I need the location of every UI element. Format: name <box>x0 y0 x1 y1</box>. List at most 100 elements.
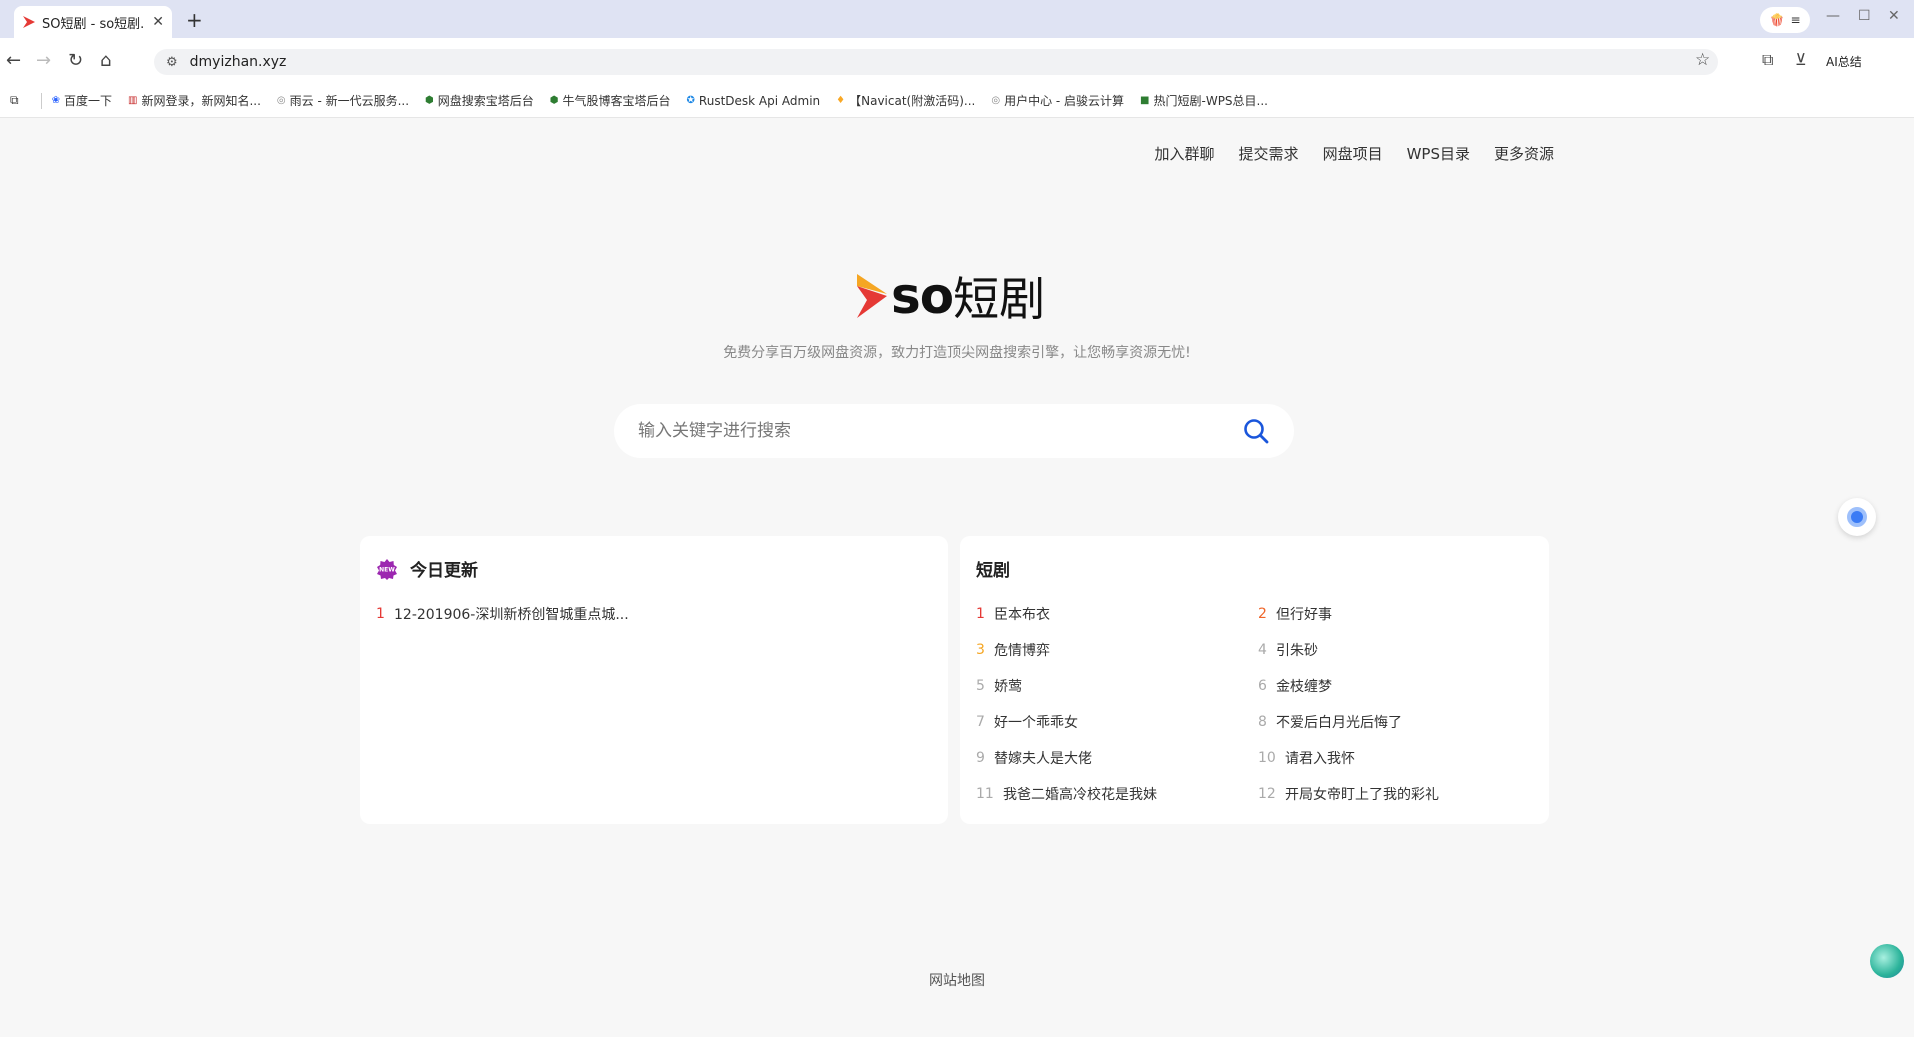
item-title: 好一个乖乖女 <box>994 715 1078 731</box>
bookmark-label: 热门短剧-WPS总目... <box>1153 94 1269 108</box>
bookmark-item[interactable]: ◎ 用户中心 - 启骏云计算 <box>991 92 1124 109</box>
logo-brand: SO <box>891 267 954 325</box>
close-tab-icon[interactable]: ✕ <box>152 14 164 30</box>
paw-icon: ❀ <box>51 95 60 106</box>
list-item[interactable]: 2 但行好事 <box>1258 603 1540 625</box>
tagline: 免费分享百万级网盘资源，致力打造顶尖网盘搜索引擎，让您畅享资源无忧! <box>723 345 1191 361</box>
list-item[interactable]: 9 替嫁夫人是大佬 <box>976 747 1258 769</box>
bookmark-item[interactable]: ⬢ 牛气股博客宝塔后台 <box>550 92 671 109</box>
nav-netdisk-projects[interactable]: 网盘项目 <box>1323 143 1383 164</box>
item-title: 开局女帝盯上了我的彩礼 <box>1285 787 1439 803</box>
today-updates-title: 今日更新 <box>410 561 478 581</box>
site-logo[interactable]: SO 短剧 <box>855 263 1045 329</box>
bookmark-item[interactable]: ▥ 新网登录，新网知名... <box>128 92 261 109</box>
nav-join-group[interactable]: 加入群聊 <box>1155 143 1215 164</box>
nav-more-resources[interactable]: 更多资源 <box>1494 143 1554 164</box>
bookmark-item[interactable]: ◎ 雨云 - 新一代云服务... <box>277 92 409 109</box>
url-text: dmyizhan.xyz <box>189 54 287 70</box>
maximize-icon[interactable]: ☐ <box>1858 8 1871 24</box>
bookmark-label: 网盘搜索宝塔后台 <box>437 94 534 108</box>
chat-bubble-icon <box>1847 507 1867 527</box>
new-tab-button[interactable]: + <box>186 8 203 32</box>
browser-tab[interactable]: SO短剧 - so短剧. ✕ <box>14 6 172 38</box>
bookmark-label: 雨云 - 新一代云服务... <box>289 94 410 108</box>
nav-wps-catalog[interactable]: WPS目录 <box>1407 143 1470 164</box>
list-item[interactable]: 1 臣本布衣 <box>976 603 1258 625</box>
today-updates-list: 1 12-201906-深圳新桥创智城重点城... <box>376 603 932 625</box>
item-title: 臣本布衣 <box>994 607 1050 623</box>
bookmark-item[interactable]: ⬢ 网盘搜索宝塔后台 <box>425 92 534 109</box>
list-item[interactable]: 4 引朱砂 <box>1258 639 1540 661</box>
rank-number: 8 <box>1258 714 1267 730</box>
extension-pill[interactable]: 🍿 ≡ <box>1760 7 1810 33</box>
short-dramas-header: 短剧 <box>976 556 1533 581</box>
minimize-icon[interactable]: — <box>1826 8 1840 24</box>
floating-ai-ball-icon[interactable] <box>1870 944 1904 978</box>
logo-brand-cn: 短剧 <box>953 272 1046 326</box>
floating-assistant-button[interactable] <box>1838 498 1876 536</box>
list-item[interactable]: 10 请君入我怀 <box>1258 747 1540 769</box>
rank-number: 2 <box>1258 606 1267 622</box>
item-title: 引朱砂 <box>1276 643 1318 659</box>
back-icon[interactable]: ← <box>6 50 21 71</box>
search-input[interactable] <box>638 421 1242 441</box>
bookmark-item[interactable]: ■ 热门短剧-WPS总目... <box>1140 92 1268 109</box>
close-window-icon[interactable]: ✕ <box>1888 8 1900 24</box>
bookmarks-toggle-icon[interactable]: ⧉ <box>10 93 19 108</box>
site-favicon-icon <box>23 16 35 28</box>
list-item[interactable]: 5 娇莺 <box>976 675 1258 697</box>
menu-lines-icon: ≡ <box>1790 13 1801 27</box>
forward-icon[interactable]: → <box>36 50 51 71</box>
item-title: 危情博弈 <box>994 643 1050 659</box>
list-item[interactable]: 12 开局女帝盯上了我的彩礼 <box>1258 783 1540 805</box>
site-icon: ▥ <box>127 95 138 106</box>
rustdesk-icon: ✪ <box>686 95 695 106</box>
list-item[interactable]: 3 危情博弈 <box>976 639 1258 661</box>
bookmark-label: 牛气股博客宝塔后台 <box>562 94 671 108</box>
bookmarks-bar: ⧉ ❀ 百度一下 ▥ 新网登录，新网知名... ◎ 雨云 - 新一代云服务... ⬢ 网… <box>0 84 1914 118</box>
list-item[interactable]: 7 好一个乖乖女 <box>976 711 1258 733</box>
nav-submit-request[interactable]: 提交需求 <box>1239 143 1299 164</box>
list-item[interactable]: 8 不爱后白月光后悔了 <box>1258 711 1540 733</box>
search-box <box>614 404 1294 458</box>
ai-summary-button[interactable]: AI总结 <box>1826 53 1862 70</box>
search-icon[interactable] <box>1242 417 1270 445</box>
rank-number: 1 <box>376 606 385 622</box>
item-title: 金枝缠梦 <box>1276 679 1332 695</box>
rank-number: 4 <box>1258 642 1267 658</box>
bookmark-label: 新网登录，新网知名... <box>141 94 261 108</box>
address-bar[interactable]: ⚙ dmyizhan.xyz <box>154 49 1718 75</box>
shield-icon: ⬢ <box>425 95 434 106</box>
bookmark-label: 百度一下 <box>63 94 112 108</box>
extensions-icon[interactable]: ⧉ <box>1762 50 1773 70</box>
bookmark-item[interactable]: ✪ RustDesk Api Admin <box>687 94 821 108</box>
item-title: 请君入我怀 <box>1285 751 1355 767</box>
reload-icon[interactable]: ↻ <box>68 50 83 71</box>
rank-number: 7 <box>976 714 985 730</box>
bookmark-label: RustDesk Api Admin <box>698 93 821 108</box>
rank-number: 3 <box>976 642 985 658</box>
short-dramas-title: 短剧 <box>976 561 1010 581</box>
list-item[interactable]: 11 我爸二婚高冷校花是我妹 <box>976 783 1258 805</box>
bookmark-label: 【Navicat(附激活码)... <box>849 94 976 108</box>
rank-number: 9 <box>976 750 985 766</box>
shield-icon: ⬢ <box>549 95 559 106</box>
bookmark-star-icon[interactable]: ☆ <box>1695 50 1710 70</box>
rank-number: 5 <box>976 678 985 694</box>
tab-bar: SO短剧 - so短剧. ✕ + 🍿 ≡ — ☐ ✕ <box>0 0 1914 38</box>
bookmark-item[interactable]: ❀ 百度一下 <box>52 92 112 109</box>
today-updates-header: NEW 今日更新 <box>376 556 932 581</box>
site-settings-icon[interactable]: ⚙ <box>166 55 178 70</box>
list-item[interactable]: 6 金枝缠梦 <box>1258 675 1540 697</box>
cloud-icon: ◎ <box>991 95 1001 106</box>
download-icon[interactable]: ⊻ <box>1795 50 1807 69</box>
home-icon[interactable]: ⌂ <box>100 50 111 71</box>
bolt-icon: ♦ <box>836 95 846 106</box>
bookmark-item[interactable]: ♦ 【Navicat(附激活码)... <box>836 92 975 109</box>
page-content: 加入群聊 提交需求 网盘项目 WPS目录 更多资源 SO 短剧 免费分享百万级网… <box>0 118 1914 1037</box>
bookmark-label: 用户中心 - 启骏云计算 <box>1004 94 1125 108</box>
item-title: 12-201906-深圳新桥创智城重点城... <box>394 607 629 623</box>
play-logo-icon <box>857 274 887 318</box>
list-item[interactable]: 1 12-201906-深圳新桥创智城重点城... <box>376 603 932 625</box>
sitemap-link[interactable]: 网站地图 <box>0 970 1914 990</box>
